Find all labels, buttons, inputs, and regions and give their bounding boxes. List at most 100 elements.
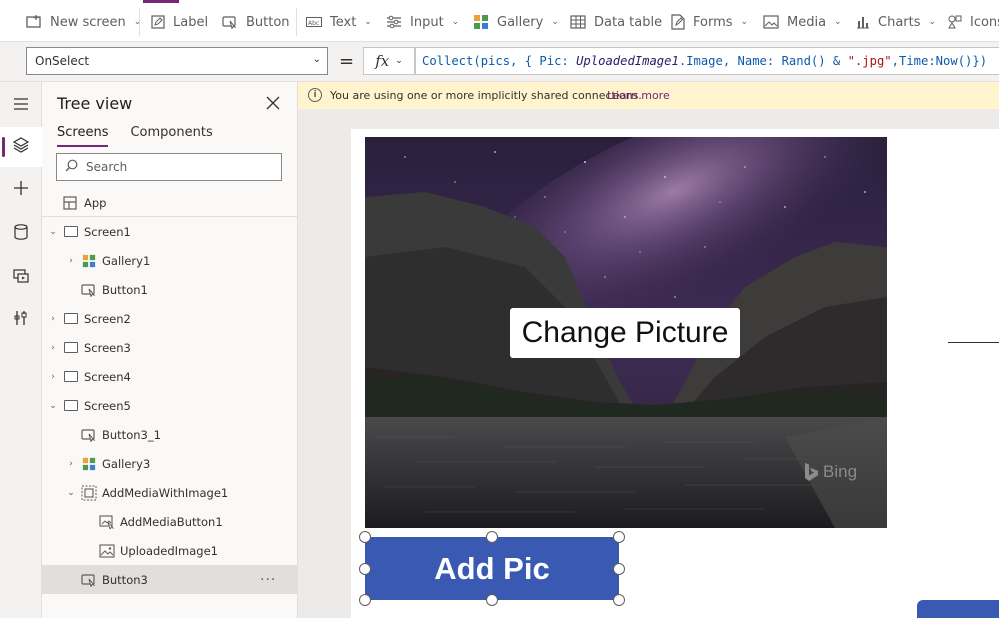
formula-bar: OnSelect ⌄ = fx ⌄ Collect(pics, { Pic: U… — [0, 42, 999, 82]
left-rail — [0, 82, 42, 618]
tab-screens[interactable]: Screens — [57, 125, 109, 147]
form-icon — [671, 14, 685, 30]
tab-components[interactable]: Components — [130, 125, 212, 146]
tree-item-screen4[interactable]: › Screen4 — [42, 362, 297, 391]
button-text: Button — [246, 14, 290, 30]
layers-icon — [12, 137, 30, 157]
shared-connections-notice: i You are using one or more implicitly s… — [298, 82, 999, 109]
uploaded-image[interactable]: Change Picture Bing — [365, 137, 887, 528]
chevron-right-icon[interactable]: › — [48, 372, 58, 382]
learn-more-link[interactable]: Learn more — [607, 89, 670, 102]
insert-gallery-button[interactable]: Gallery ⌄ — [473, 12, 559, 32]
insert-label-button[interactable]: Label — [151, 12, 208, 32]
group-icon — [81, 485, 97, 501]
formula-part: () & — [810, 54, 848, 68]
tree-item-addmediawithimage1[interactable]: ⌄ AddMediaWithImage1 — [42, 478, 297, 507]
resize-handle[interactable] — [613, 594, 625, 606]
tree-item-gallery1[interactable]: › Gallery1 — [42, 246, 297, 275]
insert-icons-button[interactable]: Icons — [948, 12, 999, 32]
resize-handle[interactable] — [486, 531, 498, 543]
search-input[interactable] — [86, 160, 266, 174]
new-screen-button[interactable]: New screen ⌄ — [26, 12, 141, 32]
insert-charts-button[interactable]: Charts ⌄ — [856, 12, 936, 32]
tree-item-screen1[interactable]: ⌄ Screen1 — [42, 217, 297, 246]
chevron-down-icon: ⌄ — [451, 17, 460, 27]
tree-item-button1[interactable]: Button1 — [42, 275, 297, 304]
tree-item-addmediabutton1[interactable]: AddMediaButton1 — [42, 507, 297, 536]
partial-button[interactable] — [917, 600, 999, 618]
change-picture-button[interactable]: Change Picture — [510, 308, 740, 358]
gallery-icon — [81, 456, 97, 472]
tree-item-screen5[interactable]: ⌄ Screen5 — [42, 391, 297, 420]
text-label: Text — [330, 14, 357, 30]
app-screen: Change Picture Bing Add Pic — [351, 129, 999, 618]
tree-item-button3-1[interactable]: Button3_1 — [42, 420, 297, 449]
data-button[interactable] — [0, 214, 42, 254]
chevron-right-icon[interactable]: › — [48, 343, 58, 353]
insert-data-table-button[interactable]: Data table — [570, 12, 662, 32]
tree-item-label: Gallery3 — [102, 456, 151, 471]
resize-handle[interactable] — [359, 531, 371, 543]
ribbon: New screen ⌄ Label Button Abc Text ⌄ Inp… — [0, 0, 999, 42]
chevron-down-icon[interactable]: ⌄ — [48, 227, 58, 237]
formula-input[interactable]: Collect(pics, { Pic: UploadedImage1.Imag… — [415, 47, 999, 75]
tree-item-label: Button1 — [102, 282, 148, 297]
chevron-right-icon[interactable]: › — [48, 314, 58, 324]
resize-handle[interactable] — [613, 531, 625, 543]
property-dropdown[interactable]: OnSelect ⌄ — [26, 47, 328, 75]
tree-item-button3[interactable]: Button3 ··· — [42, 565, 297, 594]
fx-icon: fx — [375, 52, 390, 70]
tree-view-button[interactable] — [0, 127, 42, 167]
button-icon — [81, 282, 97, 298]
tree-item-screen3[interactable]: › Screen3 — [42, 333, 297, 362]
media-icon — [13, 268, 29, 287]
button-icon — [81, 427, 97, 443]
resize-handle[interactable] — [359, 563, 371, 575]
new-screen-label: New screen — [50, 14, 126, 30]
insert-button[interactable] — [0, 170, 42, 210]
insert-input-button[interactable]: Input ⌄ — [386, 12, 459, 32]
chevron-right-icon[interactable]: › — [66, 256, 76, 266]
advanced-tools-button[interactable] — [0, 300, 42, 340]
tree-view-panel: Tree view Screens Components App ⌄ Scree… — [42, 82, 298, 618]
insert-text-button[interactable]: Abc Text ⌄ — [306, 12, 372, 32]
chevron-down-icon[interactable]: ⌄ — [66, 488, 76, 498]
chevron-down-icon: ⌄ — [740, 17, 749, 27]
line-shape[interactable] — [948, 342, 999, 343]
chevron-down-icon[interactable]: ⌄ — [48, 401, 58, 411]
search-box[interactable] — [56, 153, 282, 181]
resize-handle[interactable] — [486, 594, 498, 606]
insert-button-button[interactable]: Button — [222, 12, 290, 32]
hamburger-menu-button[interactable] — [0, 84, 42, 124]
tree-item-label: Screen5 — [84, 398, 131, 413]
tree-item-app[interactable]: App — [42, 189, 297, 217]
tree-item-uploadedimage1[interactable]: UploadedImage1 — [42, 536, 297, 565]
notice-message: You are using one or more implicitly sha… — [330, 89, 642, 102]
more-options-icon[interactable]: ··· — [260, 572, 276, 588]
insert-media-button[interactable]: Media ⌄ — [763, 12, 842, 32]
resize-handle[interactable] — [359, 594, 371, 606]
tree-item-label: AddMediaWithImage1 — [102, 485, 229, 500]
tree-item-screen2[interactable]: › Screen2 — [42, 304, 297, 333]
app-label: App — [84, 196, 107, 210]
tree-item-label: Screen3 — [84, 340, 131, 355]
function-button[interactable]: fx ⌄ — [363, 47, 415, 75]
close-icon[interactable] — [266, 95, 282, 111]
icons-label: Icons — [970, 14, 999, 30]
media-label: Media — [787, 14, 827, 30]
app-icon — [62, 195, 78, 211]
chevron-right-icon[interactable]: › — [66, 459, 76, 469]
screen-icon — [63, 369, 79, 385]
screen-icon — [63, 224, 79, 240]
info-icon: i — [308, 88, 322, 102]
formula-part: ".jpg" — [847, 54, 892, 68]
hamburger-icon — [13, 95, 29, 114]
media-pane-button[interactable] — [0, 257, 42, 297]
insert-forms-button[interactable]: Forms ⌄ — [671, 12, 748, 32]
tree-item-label: Screen4 — [84, 369, 131, 384]
tree-item-gallery3[interactable]: › Gallery3 — [42, 449, 297, 478]
label-pencil-icon — [151, 15, 165, 29]
add-pic-button[interactable]: Add Pic — [365, 537, 619, 600]
resize-handle[interactable] — [613, 563, 625, 575]
tree-item-label: Button3 — [102, 572, 148, 587]
